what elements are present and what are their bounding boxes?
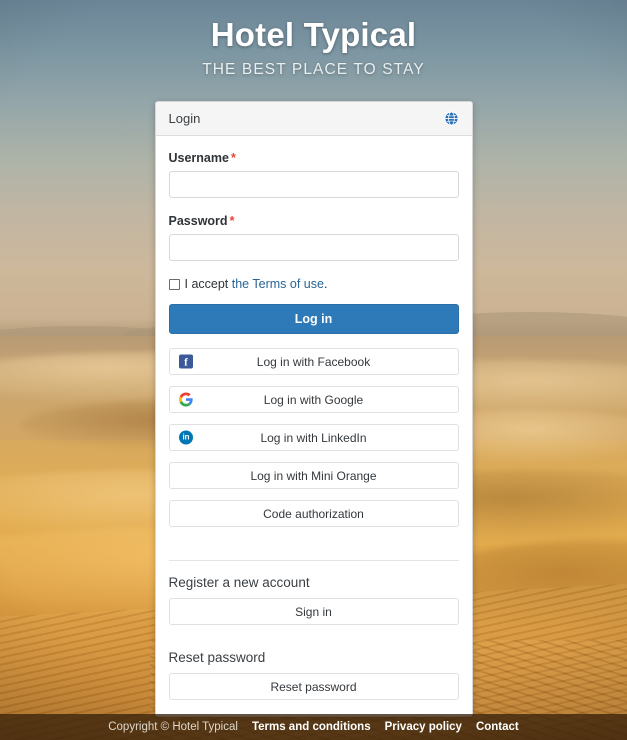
linkedin-glyph: in bbox=[179, 430, 193, 445]
terms-text: I accept the Terms of use. bbox=[185, 277, 328, 291]
login-panel-title: Login bbox=[168, 111, 201, 127]
log-in-with-facebook-label: Log in with Facebook bbox=[256, 354, 371, 369]
password-label-text: Password bbox=[168, 214, 228, 229]
site-footer: Copyright © Hotel Typical Terms and cond… bbox=[0, 714, 627, 740]
log-in-button[interactable]: Log in bbox=[168, 304, 459, 335]
log-in-with-google-button[interactable]: Log in with Google bbox=[168, 386, 459, 414]
log-in-with-linkedin-label: Log in with LinkedIn bbox=[260, 430, 367, 445]
code-authorization-label: Code authorization bbox=[263, 506, 364, 521]
facebook-icon: f bbox=[179, 354, 194, 369]
username-label-text: Username bbox=[168, 151, 229, 166]
terms-prefix: I accept bbox=[184, 277, 232, 292]
globe-icon[interactable] bbox=[444, 111, 459, 126]
sign-in-button[interactable]: Sign in bbox=[168, 598, 459, 626]
username-label: Username * bbox=[169, 151, 459, 165]
copyright-text: Copyright © Hotel Typical bbox=[108, 721, 238, 733]
terms-row: I accept the Terms of use. bbox=[168, 277, 459, 291]
username-input[interactable] bbox=[168, 171, 459, 199]
facebook-glyph: f bbox=[179, 354, 193, 369]
contact-link[interactable]: Contact bbox=[476, 721, 519, 733]
sign-in-label: Sign in bbox=[295, 604, 332, 619]
terms-suffix: . bbox=[323, 277, 328, 292]
password-label: Password * bbox=[169, 214, 459, 228]
log-in-with-mini-orange-label: Log in with Mini Orange bbox=[250, 468, 377, 483]
login-panel: Login Username * Password * I accept the… bbox=[154, 101, 473, 718]
privacy-policy-link[interactable]: Privacy policy bbox=[385, 721, 462, 733]
google-icon bbox=[179, 392, 194, 407]
password-input[interactable] bbox=[168, 234, 459, 262]
code-authorization-button[interactable]: Code authorization bbox=[168, 500, 459, 528]
page-tagline: THE BEST PLACE TO STAY bbox=[202, 61, 425, 79]
username-required-marker: * bbox=[230, 151, 236, 166]
page-title: Hotel Typical bbox=[210, 16, 417, 53]
log-in-with-facebook-button[interactable]: f Log in with Facebook bbox=[168, 348, 459, 376]
login-panel-body: Username * Password * I accept the Terms o… bbox=[156, 136, 472, 716]
terms-and-conditions-link[interactable]: Terms and conditions bbox=[252, 721, 371, 733]
login-panel-wrapper: Login Username * Password * I accept the… bbox=[0, 101, 627, 718]
terms-of-use-link[interactable]: the Terms of use bbox=[232, 277, 324, 291]
reset-password-button[interactable]: Reset password bbox=[168, 673, 459, 701]
accept-terms-checkbox[interactable] bbox=[168, 278, 180, 290]
reset-password-label: Reset password bbox=[270, 679, 357, 694]
reset-password-section-title: Reset password bbox=[168, 650, 266, 666]
log-in-with-linkedin-button[interactable]: in Log in with LinkedIn bbox=[168, 424, 459, 452]
linkedin-icon: in bbox=[179, 430, 194, 445]
site-header: Hotel Typical THE BEST PLACE TO STAY bbox=[0, 0, 627, 79]
section-divider bbox=[168, 560, 459, 562]
log-in-with-google-label: Log in with Google bbox=[263, 392, 364, 407]
register-section-title: Register a new account bbox=[168, 575, 310, 591]
log-in-with-mini-orange-button[interactable]: Log in with Mini Orange bbox=[168, 462, 459, 490]
password-required-marker: * bbox=[229, 214, 235, 229]
login-panel-header: Login bbox=[155, 102, 472, 137]
